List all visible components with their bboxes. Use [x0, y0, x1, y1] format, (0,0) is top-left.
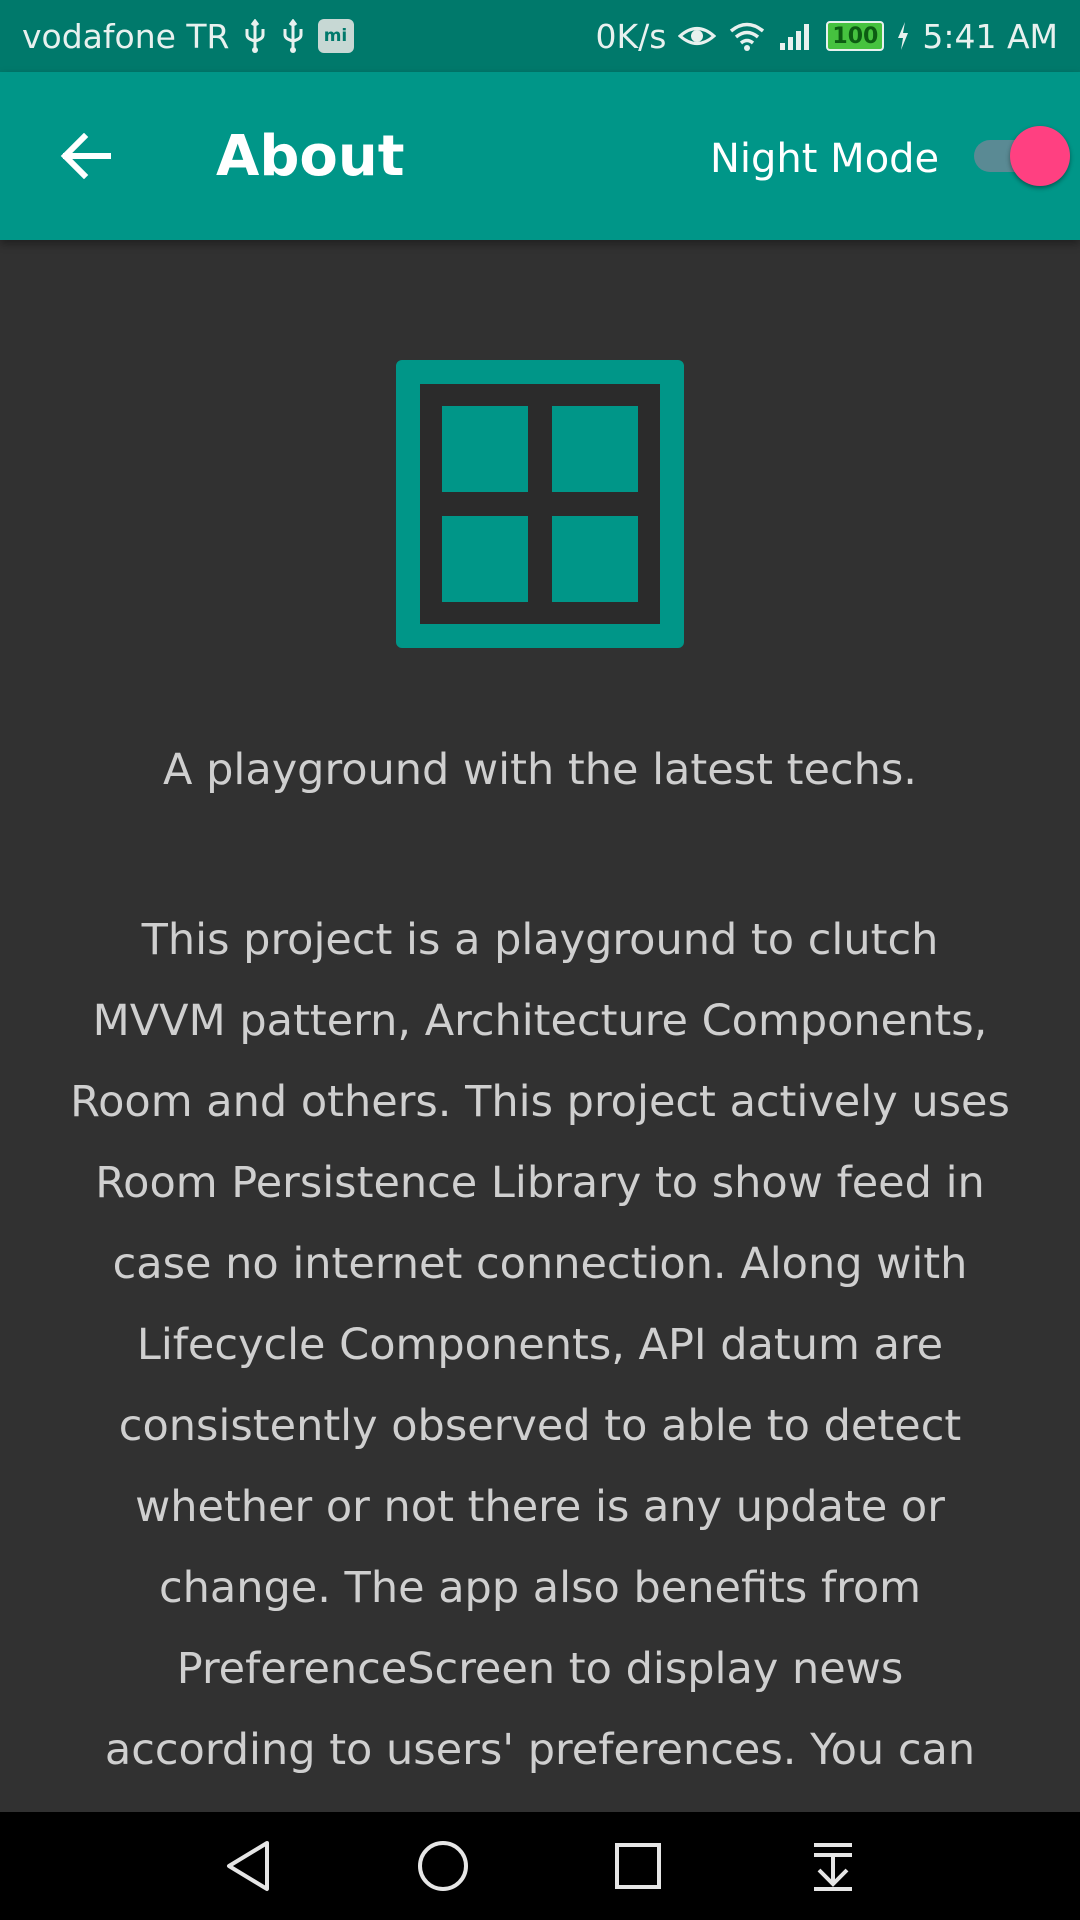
notification-pull-icon [813, 1843, 852, 1891]
tagline: A playground with the latest techs. [163, 745, 917, 795]
logo-square [442, 406, 528, 492]
battery-icon: 100 [826, 21, 885, 51]
back-button[interactable] [50, 120, 122, 192]
status-bar-right: 0K/s 100 5:41 AM [595, 17, 1058, 56]
logo-square [552, 406, 638, 492]
usb-icon [280, 19, 306, 53]
clock: 5:41 AM [922, 16, 1058, 56]
carrier-name: vodafone TR [22, 16, 230, 56]
status-bar-left: vodafone TR mi [22, 17, 354, 56]
description-text: This project is a playground to clutch M… [70, 915, 1010, 1812]
nav-back-button[interactable] [203, 1821, 293, 1911]
page-title: About [216, 124, 405, 189]
charging-icon [896, 21, 910, 51]
nav-notification-button[interactable] [788, 1821, 878, 1911]
home-circle-icon [417, 1841, 468, 1891]
back-triangle-icon [226, 1841, 269, 1891]
status-bar: vodafone TR mi 0K/s 100 5:41 AM [0, 0, 1080, 72]
usb-icon [242, 19, 268, 53]
toggle-thumb [1010, 126, 1070, 186]
logo-square [552, 516, 638, 602]
app-bar: About Night Mode [0, 72, 1080, 240]
nav-home-button[interactable] [398, 1821, 488, 1911]
eye-icon [678, 21, 717, 51]
grid-window-icon [396, 360, 684, 648]
about-content[interactable]: A playground with the latest techs. This… [0, 240, 1080, 1812]
recents-square-icon [614, 1843, 661, 1889]
wifi-icon [728, 20, 766, 52]
night-mode-label: Night Mode [710, 136, 940, 182]
mi-icon: mi [317, 19, 354, 53]
logo-square [442, 516, 528, 602]
night-mode-toggle[interactable] [970, 122, 1070, 188]
signal-icon [778, 21, 814, 51]
nav-recents-button[interactable] [593, 1821, 683, 1911]
navigation-bar [0, 1812, 1080, 1920]
arrow-left-icon [60, 133, 111, 179]
net-speed: 0K/s [595, 16, 667, 56]
